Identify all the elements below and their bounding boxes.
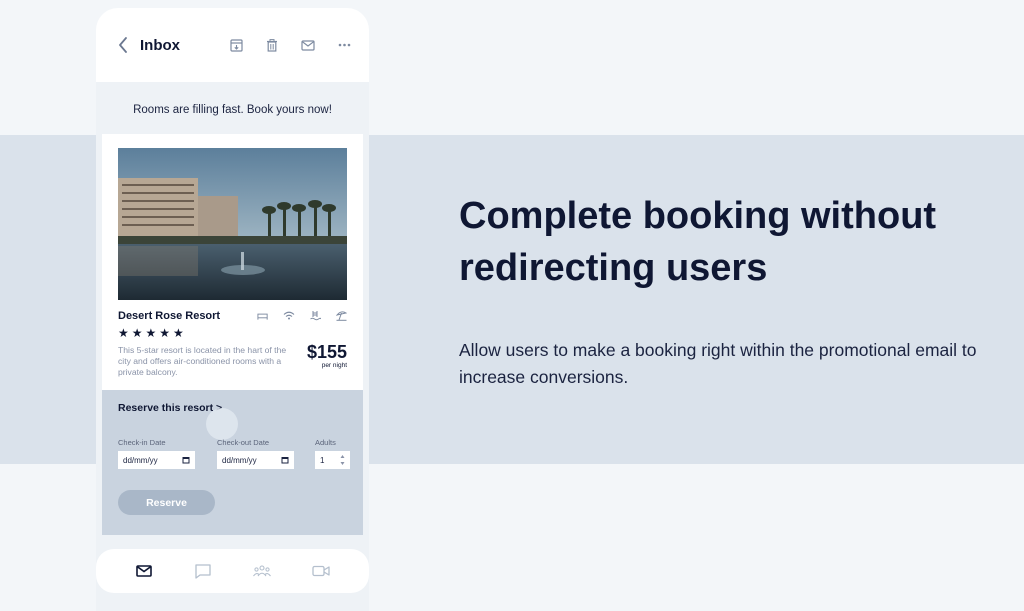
cursor-indicator (206, 408, 238, 440)
star-rating: ★★★★★ (118, 326, 187, 340)
feature-headline: Complete booking without redirecting use… (459, 195, 937, 289)
calendar-icon[interactable] (281, 456, 289, 464)
tab-video-icon[interactable] (312, 563, 331, 579)
price-block: $155 per night (307, 342, 347, 369)
phone-mockup: Inbox Rooms are filling fast. Book yours… (96, 8, 369, 611)
tab-people-icon[interactable] (253, 563, 272, 579)
bed-icon (257, 310, 269, 321)
reserve-button[interactable]: Reserve (118, 490, 215, 515)
more-icon[interactable] (337, 38, 351, 52)
tab-mail-icon[interactable] (135, 563, 153, 579)
price-unit: per night (321, 362, 347, 369)
adults-label: Adults (315, 438, 336, 447)
inbox-title: Inbox (140, 36, 180, 54)
checkin-date-input[interactable]: dd/mm/yy (118, 451, 195, 469)
bottom-tab-bar (96, 549, 369, 593)
checkout-label: Check-out Date (217, 438, 270, 447)
promo-banner: Rooms are filling fast. Book yours now! (133, 104, 332, 116)
tab-chat-icon[interactable] (194, 563, 212, 579)
price-amount: $155 (306, 342, 347, 362)
checkout-value: dd/mm/yy (222, 455, 257, 465)
resort-card: Desert Rose Resort ★★★★★ This 5-star res… (102, 134, 363, 390)
resort-name: Desert Rose Resort (118, 310, 221, 322)
feature-subtext: Allow users to make a booking right with… (459, 340, 977, 387)
archive-icon[interactable] (229, 38, 243, 52)
resort-description: This 5-star resort is located in the har… (118, 345, 287, 377)
calendar-icon[interactable] (182, 456, 190, 464)
adults-value: 1 (320, 455, 325, 465)
beach-icon (335, 310, 347, 321)
mail-icon[interactable] (301, 38, 315, 52)
checkin-label: Check-in Date (118, 438, 166, 447)
reserve-link[interactable]: Reserve this resort > (118, 402, 222, 414)
checkout-date-input[interactable]: dd/mm/yy (217, 451, 294, 469)
pool-icon (309, 310, 321, 321)
trash-icon[interactable] (265, 38, 279, 52)
reserve-panel: Reserve this resort > Check-in Date Chec… (102, 390, 363, 535)
stepper-arrows-icon[interactable] (340, 454, 345, 466)
wifi-icon (283, 310, 295, 321)
checkin-value: dd/mm/yy (123, 455, 158, 465)
adults-stepper[interactable]: 1 (315, 451, 350, 469)
back-chevron-icon[interactable] (118, 36, 130, 54)
resort-photo (118, 148, 347, 300)
inbox-header: Inbox (96, 8, 369, 82)
